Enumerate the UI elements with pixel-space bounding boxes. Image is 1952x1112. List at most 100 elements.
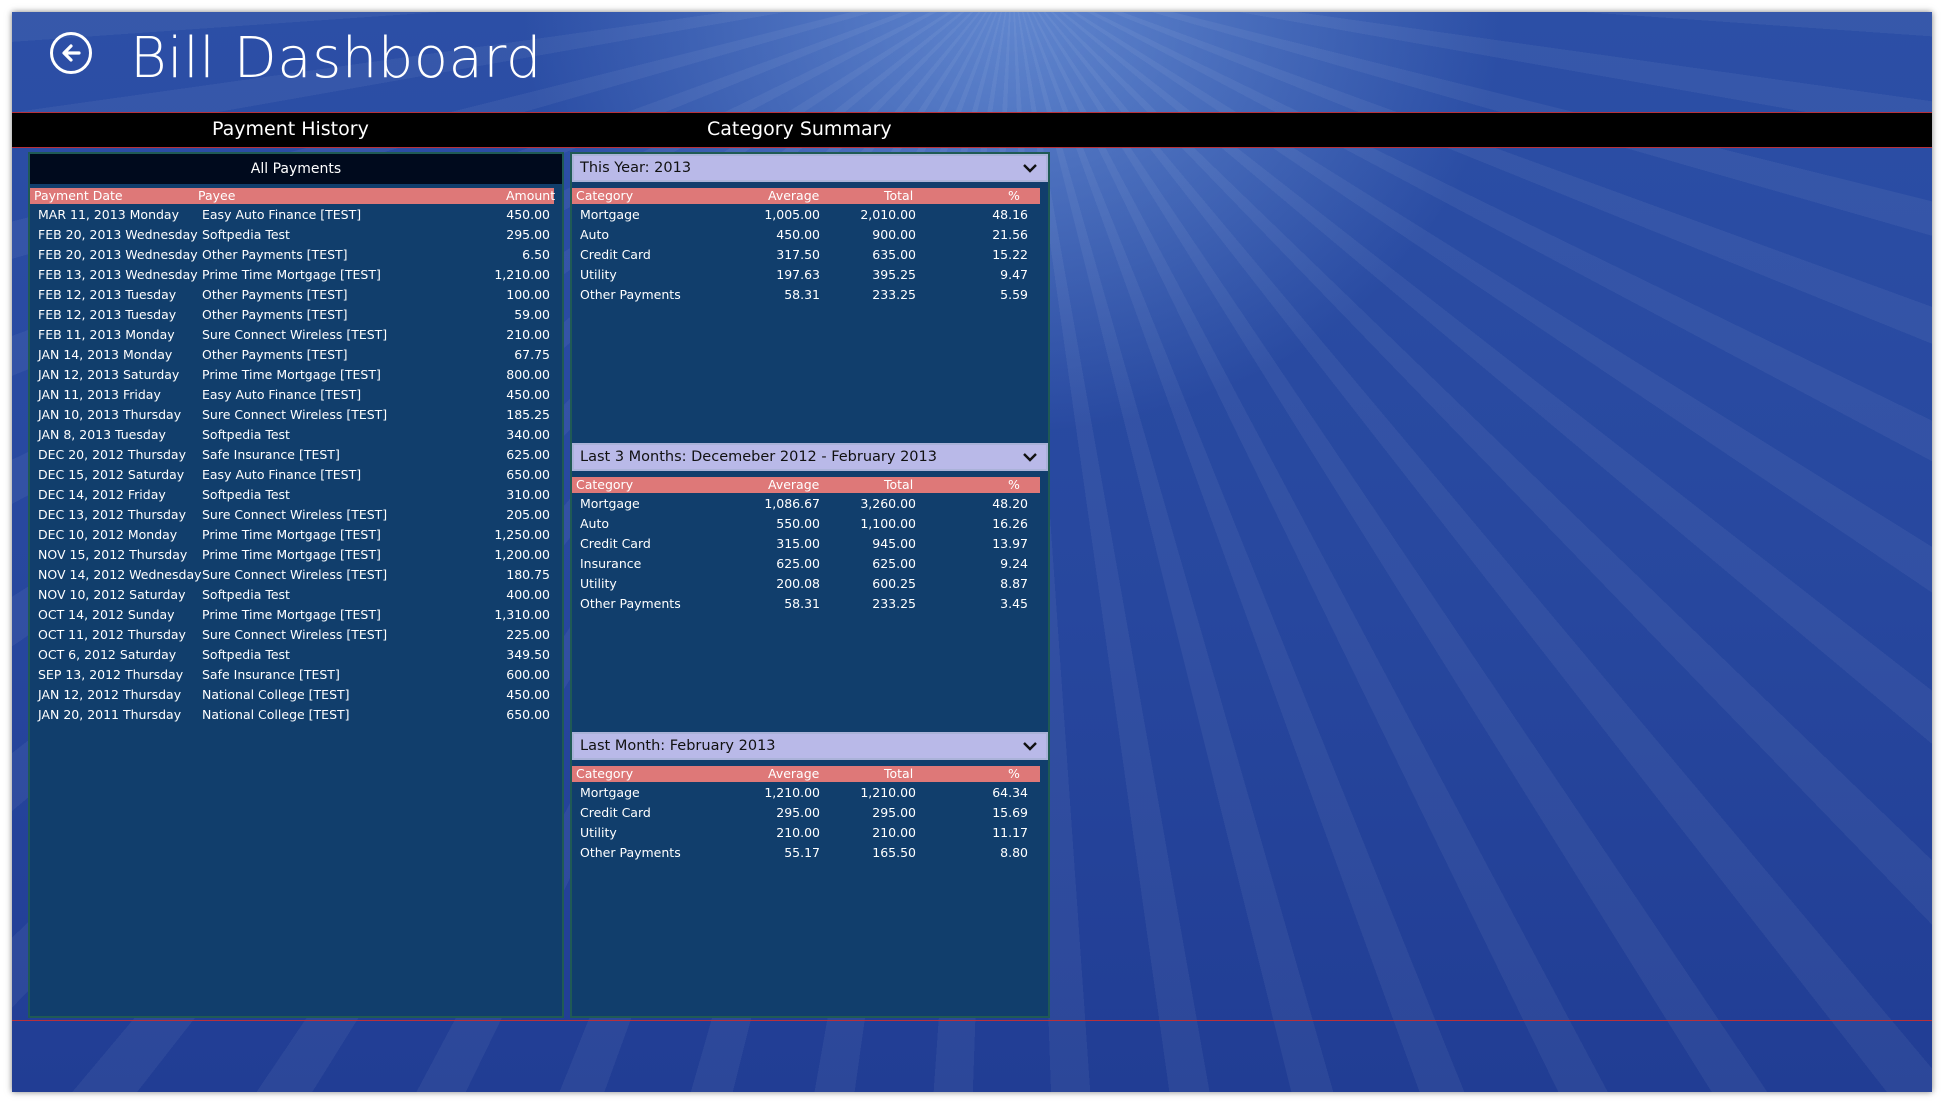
table-row[interactable]: JAN 12, 2012 Thursday National College [T…: [30, 685, 554, 705]
summary-column-header: Category Average Total%: [572, 766, 1040, 782]
column-payment-date[interactable]: Payment Date: [34, 188, 123, 204]
summary-total: 2,010.00: [860, 207, 916, 222]
table-row[interactable]: JAN 20, 2011 Thursday National College [T…: [30, 705, 554, 725]
column-payee[interactable]: Payee: [198, 188, 235, 204]
table-row[interactable]: JAN 8, 2013 Tuesday Softpedia Test 340.00: [30, 425, 554, 445]
table-row[interactable]: DEC 20, 2012 Thursday Safe Insurance [TES…: [30, 445, 554, 465]
period-dropdown[interactable]: This Year: 2013: [572, 154, 1048, 182]
summary-average: 197.63: [776, 267, 820, 282]
payment-payee: National College [TEST]: [202, 687, 350, 702]
summary-row[interactable]: Other Payments 55.17 165.50 8.80: [572, 843, 1040, 863]
table-row[interactable]: OCT 6, 2012 Saturday Softpedia Test 349.50: [30, 645, 554, 665]
table-row[interactable]: JAN 12, 2013 Saturday Prime Time Mortgage…: [30, 365, 554, 385]
summary-category: Credit Card: [580, 536, 651, 551]
column-average[interactable]: Average: [768, 766, 819, 782]
column-average[interactable]: Average: [768, 188, 819, 204]
column-percent[interactable]: %: [1008, 766, 1020, 782]
table-row[interactable]: FEB 20, 2013 Wednesday Softpedia Test 295.…: [30, 225, 554, 245]
column-total[interactable]: Total: [884, 766, 913, 782]
period-dropdown[interactable]: Last Month: February 2013: [572, 732, 1048, 760]
summary-average: 58.31: [784, 596, 820, 611]
table-row[interactable]: DEC 15, 2012 Saturday Easy Auto Finance […: [30, 465, 554, 485]
summary-row[interactable]: Mortgage 1,210.00 1,210.00 64.34: [572, 783, 1040, 803]
summary-row[interactable]: Other Payments 58.31 233.25 5.59: [572, 285, 1040, 305]
summary-total: 295.00: [872, 805, 916, 820]
column-percent[interactable]: %: [1008, 188, 1020, 204]
summary-row[interactable]: Auto 550.00 1,100.00 16.26: [572, 514, 1040, 534]
summary-category: Other Payments: [580, 845, 681, 860]
summary-row[interactable]: Other Payments 58.31 233.25 3.45: [572, 594, 1040, 614]
summary-average: 450.00: [776, 227, 820, 242]
summary-row[interactable]: Utility 210.00 210.00 11.17: [572, 823, 1040, 843]
column-category[interactable]: Category: [576, 477, 633, 493]
back-button[interactable]: [50, 32, 92, 74]
payment-payee: Other Payments [TEST]: [202, 347, 348, 362]
column-average[interactable]: Average: [768, 477, 819, 493]
period-dropdown[interactable]: Last 3 Months: Decemeber 2012 - February…: [572, 443, 1048, 471]
period-dropdown-label: This Year: 2013: [580, 160, 692, 176]
payment-amount: 1,250.00: [494, 527, 550, 542]
summary-row[interactable]: Credit Card 315.00 945.00 13.97: [572, 534, 1040, 554]
summary-row[interactable]: Mortgage 1,005.00 2,010.00 48.16: [572, 205, 1040, 225]
payment-date: DEC 20, 2012 Thursday: [38, 447, 186, 462]
payment-payee: Softpedia Test: [202, 427, 290, 442]
payment-payee: Sure Connect Wireless [TEST]: [202, 407, 388, 422]
summary-row[interactable]: Mortgage 1,086.67 3,260.00 48.20: [572, 494, 1040, 514]
summary-row[interactable]: Auto 450.00 900.00 21.56: [572, 225, 1040, 245]
payment-amount: 800.00: [506, 367, 550, 382]
payment-amount: 1,310.00: [494, 607, 550, 622]
table-row[interactable]: JAN 11, 2013 Friday Easy Auto Finance [TE…: [30, 385, 554, 405]
table-row[interactable]: NOV 10, 2012 Saturday Softpedia Test 400.0…: [30, 585, 554, 605]
summary-row[interactable]: Credit Card 295.00 295.00 15.69: [572, 803, 1040, 823]
table-row[interactable]: MAR 11, 2013 Monday Easy Auto Finance [TE…: [30, 205, 554, 225]
summary-average: 58.31: [784, 287, 820, 302]
table-row[interactable]: FEB 13, 2013 Wednesday Prime Time Mortgag…: [30, 265, 554, 285]
payment-date: NOV 15, 2012 Thursday: [38, 547, 188, 562]
summary-row[interactable]: Utility 197.63 395.25 9.47: [572, 265, 1040, 285]
table-row[interactable]: DEC 10, 2012 Monday Prime Time Mortgage […: [30, 525, 554, 545]
table-row[interactable]: NOV 15, 2012 Thursday Prime Time Mortgage…: [30, 545, 554, 565]
payment-amount: 450.00: [506, 687, 550, 702]
summary-row[interactable]: Credit Card 317.50 635.00 15.22: [572, 245, 1040, 265]
summary-row[interactable]: Utility 200.08 600.25 8.87: [572, 574, 1040, 594]
column-total[interactable]: Total: [884, 477, 913, 493]
payment-payee: Safe Insurance [TEST]: [202, 447, 340, 462]
payment-payee: Easy Auto Finance [TEST]: [202, 467, 362, 482]
summary-average: 1,005.00: [764, 207, 820, 222]
table-row[interactable]: SEP 13, 2012 Thursday Safe Insurance [TES…: [30, 665, 554, 685]
table-row[interactable]: JAN 10, 2013 Thursday Sure Connect Wirele…: [30, 405, 554, 425]
payment-payee: Softpedia Test: [202, 587, 290, 602]
payment-amount: 310.00: [506, 487, 550, 502]
table-row[interactable]: DEC 13, 2012 Thursday Sure Connect Wirele…: [30, 505, 554, 525]
chevron-down-icon: [1023, 164, 1037, 173]
table-row[interactable]: FEB 20, 2013 Wednesday Other Payments [TE…: [30, 245, 554, 265]
payment-payee: Easy Auto Finance [TEST]: [202, 387, 362, 402]
table-row[interactable]: JAN 14, 2013 Monday Other Payments [TEST]…: [30, 345, 554, 365]
payment-amount: 625.00: [506, 447, 550, 462]
payment-amount: 185.25: [506, 407, 550, 422]
table-row[interactable]: NOV 14, 2012 Wednesday Sure Connect Wirel…: [30, 565, 554, 585]
summary-total: 395.25: [872, 267, 916, 282]
table-row[interactable]: FEB 12, 2013 Tuesday Other Payments [TEST…: [30, 305, 554, 325]
column-percent[interactable]: %: [1008, 477, 1020, 493]
table-row[interactable]: FEB 11, 2013 Monday Sure Connect Wireless…: [30, 325, 554, 345]
column-total[interactable]: Total: [884, 188, 913, 204]
summary-percent: 9.24: [1000, 556, 1028, 571]
summary-row[interactable]: Insurance 625.00 625.00 9.24: [572, 554, 1040, 574]
column-category[interactable]: Category: [576, 188, 633, 204]
column-category[interactable]: Category: [576, 766, 633, 782]
category-summary-heading: Category Summary: [707, 118, 892, 140]
summary-percent: 21.56: [992, 227, 1028, 242]
payment-amount: 100.00: [506, 287, 550, 302]
column-amount[interactable]: Amount: [506, 188, 555, 204]
table-row[interactable]: DEC 14, 2012 Friday Softpedia Test 310.00: [30, 485, 554, 505]
summary-percent: 15.69: [992, 805, 1028, 820]
payment-amount: 650.00: [506, 707, 550, 722]
payment-payee: Sure Connect Wireless [TEST]: [202, 627, 388, 642]
table-row[interactable]: OCT 11, 2012 Thursday Sure Connect Wirele…: [30, 625, 554, 645]
payment-payee: Safe Insurance [TEST]: [202, 667, 340, 682]
table-row[interactable]: OCT 14, 2012 Sunday Prime Time Mortgage […: [30, 605, 554, 625]
summary-average: 550.00: [776, 516, 820, 531]
summary-total: 210.00: [872, 825, 916, 840]
table-row[interactable]: FEB 12, 2013 Tuesday Other Payments [TEST…: [30, 285, 554, 305]
